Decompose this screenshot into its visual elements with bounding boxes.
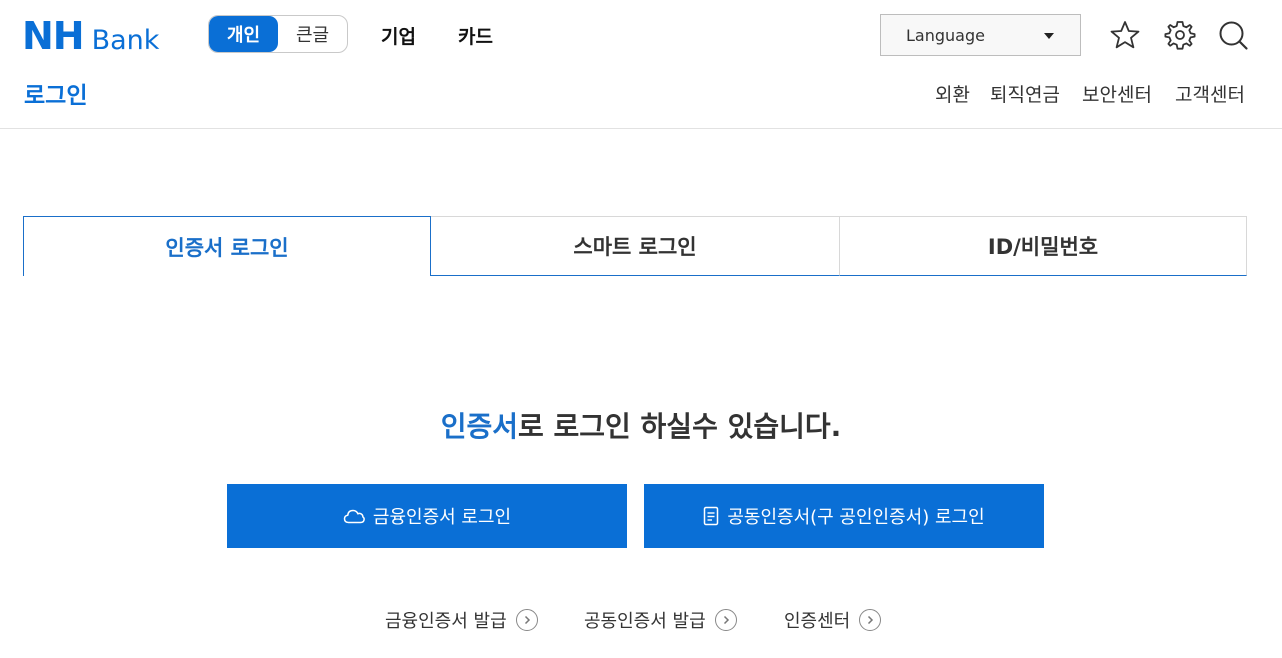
login-tabs: 인증서 로그인 스마트 로그인 ID/비밀번호	[23, 216, 1247, 276]
cloud-icon	[343, 509, 365, 524]
page-title: 로그인	[24, 83, 88, 109]
subnav-forex[interactable]: 외환	[935, 80, 970, 107]
joint-cert-issue-label: 공동인증서 발급	[584, 611, 706, 632]
headline-text: 로 로그인 하실수 있습니다.	[518, 410, 842, 443]
document-icon	[704, 506, 719, 526]
tab-certificate-login[interactable]: 인증서 로그인	[23, 216, 431, 276]
caret-down-icon	[1044, 33, 1054, 39]
personal-mode-button[interactable]: 개인	[209, 16, 278, 52]
nav-corporate[interactable]: 기업	[381, 22, 416, 49]
chevron-right-icon	[714, 609, 737, 631]
cert-center-label: 인증센터	[784, 611, 851, 632]
nh-bank-logo[interactable]: NH Bank	[22, 17, 159, 60]
large-text-mode-button[interactable]: 큰글	[278, 16, 347, 52]
financial-cert-login-button[interactable]: 금융인증서 로그인	[227, 484, 627, 548]
language-label: Language	[906, 25, 985, 45]
star-icon[interactable]	[1108, 18, 1142, 52]
language-select[interactable]: Language	[880, 14, 1081, 56]
gear-icon[interactable]	[1163, 18, 1197, 52]
joint-cert-issue-link[interactable]: 공동인증서 발급	[584, 607, 737, 633]
headline-highlight: 인증서	[440, 410, 519, 443]
subnav-customer-center[interactable]: 고객센터	[1175, 80, 1245, 107]
joint-cert-login-button[interactable]: 공동인증서(구 공인인증서) 로그인	[644, 484, 1044, 548]
subnav-pension[interactable]: 퇴직연금	[990, 80, 1060, 107]
cert-center-link[interactable]: 인증센터	[784, 607, 882, 633]
tab-smart-login[interactable]: 스마트 로그인	[431, 216, 839, 276]
chevron-right-icon	[859, 609, 882, 631]
financial-cert-issue-link[interactable]: 금융인증서 발급	[385, 607, 538, 633]
search-icon[interactable]	[1216, 18, 1250, 52]
login-headline: 인증서로 로그인 하실수 있습니다.	[0, 405, 1282, 445]
financial-cert-issue-label: 금융인증서 발급	[385, 611, 507, 632]
tab-id-password[interactable]: ID/비밀번호	[839, 216, 1247, 276]
financial-cert-login-label: 금융인증서 로그인	[372, 507, 512, 528]
logo-nh: NH	[22, 14, 85, 58]
logo-bank: Bank	[91, 25, 160, 56]
nav-card[interactable]: 카드	[458, 22, 493, 49]
view-mode-toggle: 개인 큰글	[208, 15, 348, 53]
header: NH Bank 개인 큰글 기업 카드 Language 로그인 외환 퇴직연금…	[0, 0, 1282, 129]
subnav-security-center[interactable]: 보안센터	[1082, 80, 1152, 107]
chevron-right-icon	[515, 609, 538, 631]
joint-cert-login-label: 공동인증서(구 공인인증서) 로그인	[727, 507, 985, 528]
